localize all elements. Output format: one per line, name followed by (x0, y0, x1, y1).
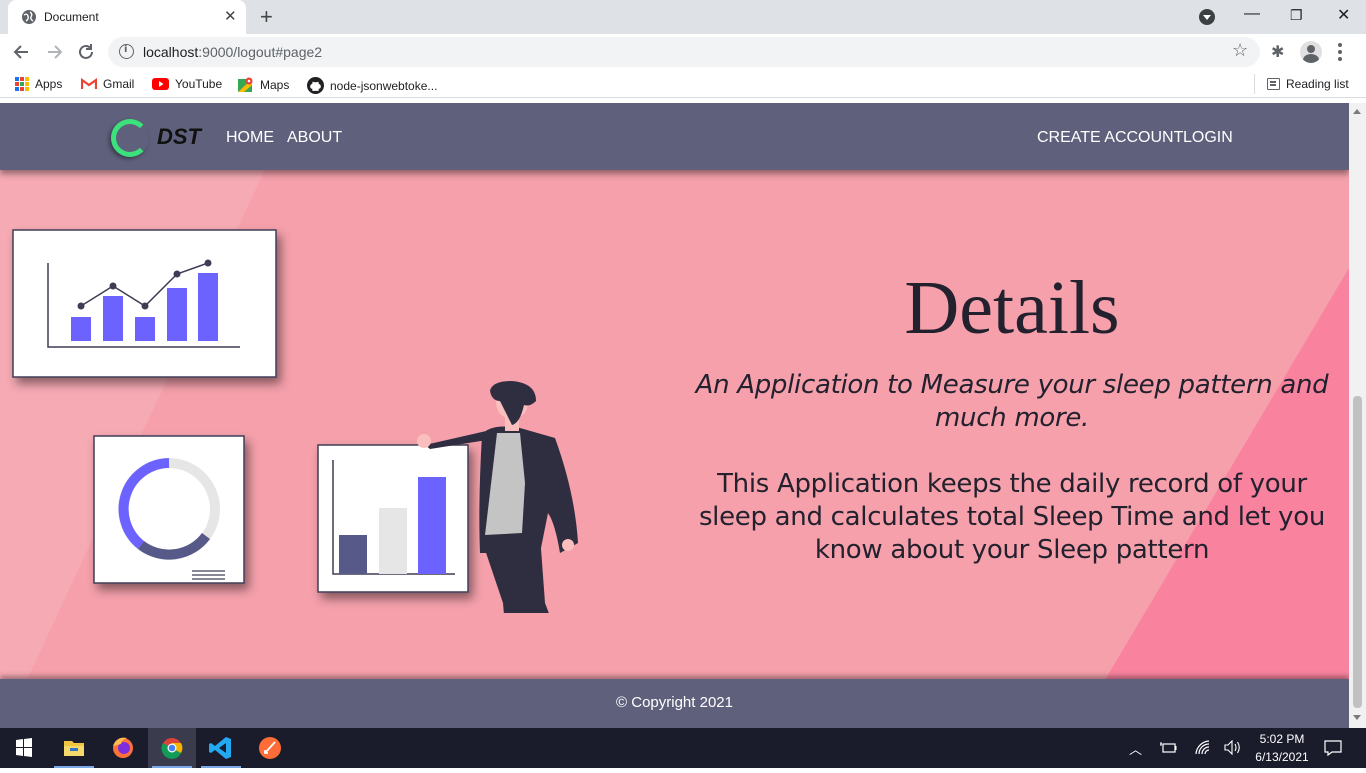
new-tab-icon[interactable]: + (260, 4, 273, 30)
volume-icon[interactable] (1224, 740, 1242, 755)
address-bar[interactable]: localhost:9000/logout#page2 ☆ (108, 37, 1260, 67)
reload-icon[interactable] (76, 42, 96, 62)
extensions-icon[interactable]: ✱ (1271, 42, 1284, 62)
bookmark-apps[interactable]: Apps (15, 77, 62, 91)
web-page: DST HOME ABOUT CREATE ACCOUNT LOGIN Deta… (0, 103, 1349, 728)
bookmark-maps[interactable]: Maps (238, 77, 289, 93)
forward-icon[interactable] (44, 42, 64, 62)
bookmarks-separator (1254, 74, 1255, 94)
analytics-illustration (12, 229, 578, 613)
menu-kebab-icon[interactable] (1338, 41, 1342, 63)
nav-home-link[interactable]: HOME (226, 129, 274, 147)
page-title: Details (904, 266, 1120, 350)
description: This Application keeps the daily record … (698, 469, 1326, 565)
copyright-text: © Copyright 2021 (616, 694, 733, 711)
site-navbar: DST HOME ABOUT CREATE ACCOUNT LOGIN (0, 103, 1349, 170)
reading-list-button[interactable]: Reading list (1267, 77, 1349, 91)
bookmark-youtube[interactable]: YouTube (152, 77, 222, 91)
firefox-icon[interactable] (99, 728, 147, 768)
nav-create-account-link[interactable]: CREATE ACCOUNT (1037, 129, 1183, 147)
window-close-icon[interactable]: ✕ (1337, 5, 1350, 25)
scroll-down-arrow-icon[interactable] (1353, 715, 1361, 720)
show-hidden-icons-icon[interactable]: ︿ (1129, 739, 1142, 758)
clock-time[interactable]: 5:02 PM (1251, 732, 1313, 746)
vscode-icon[interactable] (197, 728, 245, 768)
tagline: An Application to Measure your sleep pat… (695, 370, 1329, 433)
scroll-up-arrow-icon[interactable] (1353, 109, 1361, 114)
scroll-thumb[interactable] (1353, 396, 1362, 708)
nav-about-link[interactable]: ABOUT (287, 129, 342, 147)
notification-center-icon[interactable] (1324, 740, 1342, 756)
bookmark-github[interactable]: node-jsonwebtoke... (307, 77, 437, 94)
bar-line-chart-card (12, 229, 277, 378)
chrome-taskbar-button[interactable] (148, 728, 196, 768)
tab-search-icon[interactable] (1199, 9, 1215, 25)
postman-icon[interactable] (246, 728, 294, 768)
windows-taskbar: ︿ 5:02 PM 6/13/2021 (0, 728, 1366, 768)
logo-text[interactable]: DST (157, 124, 201, 150)
globe-icon (22, 10, 36, 24)
donut-chart-card (93, 435, 245, 584)
minimize-icon[interactable]: — (1244, 5, 1260, 23)
site-footer: © Copyright 2021 (0, 679, 1349, 728)
windows-start-icon[interactable] (0, 728, 48, 768)
restore-icon[interactable]: ❐ (1290, 7, 1303, 24)
browser-tab[interactable]: Document ✕ (8, 0, 246, 34)
gmail-icon (81, 78, 97, 89)
github-icon (307, 77, 324, 94)
bookmark-star-icon[interactable]: ☆ (1232, 40, 1248, 61)
bookmark-gmail[interactable]: Gmail (81, 77, 134, 91)
chrome-icon (161, 738, 183, 759)
browser-toolbar: localhost:9000/logout#page2 ☆ (0, 34, 1366, 70)
browser-tab-strip: Document ✕ + — ❐ ✕ (0, 0, 1366, 34)
nav-login-link[interactable]: LOGIN (1183, 129, 1233, 147)
file-explorer-icon[interactable] (50, 728, 98, 768)
maps-icon (238, 77, 253, 92)
logo-ring-icon[interactable] (111, 119, 149, 157)
close-icon[interactable]: ✕ (224, 7, 237, 25)
wifi-icon[interactable] (1195, 740, 1211, 755)
page-scrollbar[interactable] (1349, 103, 1366, 728)
youtube-icon (152, 78, 169, 90)
profile-avatar-icon[interactable] (1300, 41, 1322, 63)
info-icon[interactable] (119, 44, 134, 59)
tab-title: Document (44, 10, 99, 24)
bar-chart-card (317, 444, 469, 593)
apps-grid-icon (15, 77, 29, 91)
back-icon[interactable] (12, 42, 32, 62)
bookmarks-bar: Apps Gmail YouTube Maps node-jsonwebtoke… (0, 70, 1366, 98)
clock-date[interactable]: 6/13/2021 (1251, 750, 1313, 764)
url-text: localhost:9000/logout#page2 (143, 44, 323, 60)
reading-list-icon (1267, 78, 1280, 90)
battery-icon[interactable] (1160, 741, 1177, 754)
